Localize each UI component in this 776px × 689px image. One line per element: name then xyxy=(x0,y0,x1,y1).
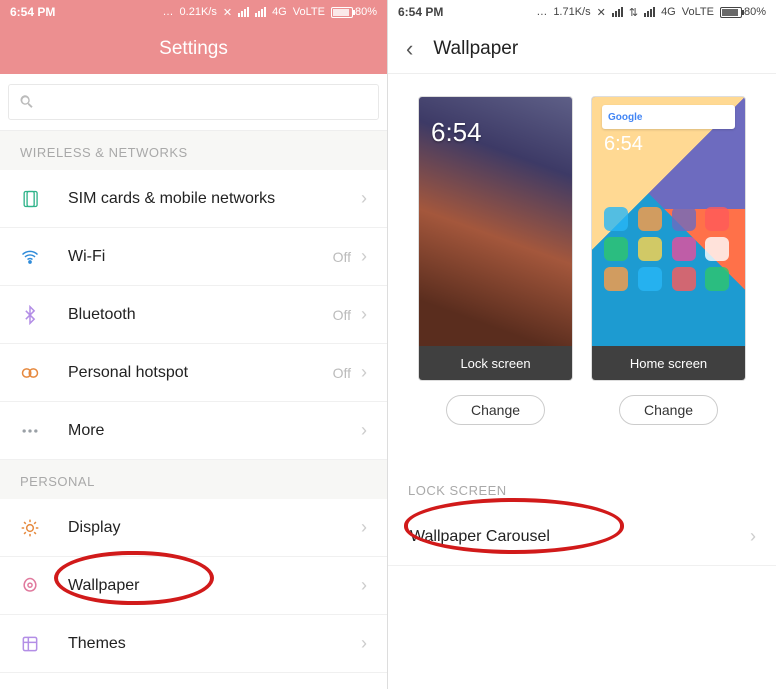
row-label: Wallpaper Carousel xyxy=(410,528,750,546)
settings-header: Settings xyxy=(0,24,387,74)
status-speed: 0.21K/s xyxy=(180,6,217,18)
row-sim[interactable]: SIM cards & mobile networks › xyxy=(0,170,387,228)
mute-icon: ✕ xyxy=(597,6,606,19)
row-themes[interactable]: Themes › xyxy=(0,615,387,673)
status-bar: 6:54 PM … 1.71K/s ✕ ⇅ 4G VoLTE 80% xyxy=(388,0,776,24)
status-time: 6:54 PM xyxy=(398,5,443,19)
chevron-right-icon: › xyxy=(361,517,367,538)
search-wrap xyxy=(0,74,387,131)
row-display[interactable]: Display › xyxy=(0,499,387,557)
row-wallpaper-carousel[interactable]: Wallpaper Carousel › xyxy=(388,508,776,566)
status-bar: 6:54 PM … 0.21K/s ✕ 4G VoLTE 80% xyxy=(0,0,387,24)
row-value: Off xyxy=(333,249,351,265)
sim-icon xyxy=(20,189,40,209)
row-label: More xyxy=(68,422,361,440)
status-dots-icon: … xyxy=(163,6,174,18)
homescreen-clock: 6:54 xyxy=(604,133,643,156)
row-hotspot[interactable]: Personal hotspot Off › xyxy=(0,344,387,402)
search-icon xyxy=(19,94,35,110)
row-value: Off xyxy=(333,365,351,381)
back-button[interactable]: ‹ xyxy=(400,32,419,66)
more-icon xyxy=(20,421,40,441)
row-label: Themes xyxy=(68,635,361,653)
chevron-right-icon: › xyxy=(361,362,367,383)
status-volte: VoLTE xyxy=(293,6,325,18)
signal-icon xyxy=(612,7,623,17)
chevron-right-icon: › xyxy=(361,633,367,654)
lockscreen-preview-card: 6:54 Lock screen Change xyxy=(418,96,573,425)
section-wireless: WIRELESS & NETWORKS xyxy=(0,131,387,170)
row-label: Personal hotspot xyxy=(68,364,333,382)
lockscreen-caption: Lock screen xyxy=(419,346,572,380)
page-title: Wallpaper xyxy=(433,38,518,60)
page-title: Settings xyxy=(159,38,228,60)
row-label: SIM cards & mobile networks xyxy=(68,190,361,208)
row-wifi[interactable]: Wi-Fi Off › xyxy=(0,228,387,286)
status-dots-icon: … xyxy=(536,6,547,18)
status-net: 4G xyxy=(272,6,287,18)
status-net: 4G xyxy=(661,6,676,18)
chevron-right-icon: › xyxy=(361,575,367,596)
lockscreen-art: 6:54 xyxy=(419,97,572,346)
battery-icon: 80% xyxy=(720,6,766,18)
row-label: Bluetooth xyxy=(68,306,333,324)
row-label: Display xyxy=(68,519,361,537)
display-icon xyxy=(20,518,40,538)
change-lockscreen-button[interactable]: Change xyxy=(446,395,545,425)
lockscreen-preview[interactable]: 6:54 Lock screen xyxy=(418,96,573,381)
wallpaper-previews: 6:54 Lock screen Change Google 6:54 xyxy=(388,74,776,439)
row-value: Off xyxy=(333,307,351,323)
row-more[interactable]: More › xyxy=(0,402,387,460)
themes-icon xyxy=(20,634,40,654)
app-grid xyxy=(604,207,733,291)
row-wallpaper[interactable]: Wallpaper › xyxy=(0,557,387,615)
wallpaper-icon xyxy=(20,576,40,596)
hotspot-icon xyxy=(20,363,40,383)
row-bluetooth[interactable]: Bluetooth Off › xyxy=(0,286,387,344)
data-updown-icon: ⇅ xyxy=(629,6,638,19)
wallpaper-header: ‹ Wallpaper xyxy=(388,24,776,74)
settings-screen: 6:54 PM … 0.21K/s ✕ 4G VoLTE 80% Setting… xyxy=(0,0,388,689)
signal-icon-2 xyxy=(644,7,655,17)
status-volte: VoLTE xyxy=(682,6,714,18)
chevron-right-icon: › xyxy=(361,304,367,325)
row-label: Wi-Fi xyxy=(68,248,333,266)
homescreen-preview-card: Google 6:54 Home screen Change xyxy=(591,96,746,425)
google-search-widget: Google xyxy=(602,105,735,129)
status-time: 6:54 PM xyxy=(10,5,55,19)
signal-icon xyxy=(238,7,249,17)
homescreen-preview[interactable]: Google 6:54 Home screen xyxy=(591,96,746,381)
section-lockscreen: LOCK SCREEN xyxy=(388,469,776,508)
wallpaper-screen: 6:54 PM … 1.71K/s ✕ ⇅ 4G VoLTE 80% ‹ Wal… xyxy=(388,0,776,689)
wifi-icon xyxy=(20,247,40,267)
lockscreen-clock: 6:54 xyxy=(431,117,482,148)
section-personal: PERSONAL xyxy=(0,460,387,499)
status-speed: 1.71K/s xyxy=(553,6,590,18)
signal-icon-2 xyxy=(255,7,266,17)
homescreen-art: Google 6:54 xyxy=(592,97,745,346)
mute-icon: ✕ xyxy=(223,6,232,19)
bluetooth-icon xyxy=(20,305,40,325)
row-label: Wallpaper xyxy=(68,577,361,595)
chevron-right-icon: › xyxy=(361,188,367,209)
battery-icon: 80% xyxy=(331,6,377,18)
chevron-right-icon: › xyxy=(361,246,367,267)
chevron-right-icon: › xyxy=(750,526,756,547)
homescreen-caption: Home screen xyxy=(592,346,745,380)
change-homescreen-button[interactable]: Change xyxy=(619,395,718,425)
chevron-right-icon: › xyxy=(361,420,367,441)
search-input[interactable] xyxy=(8,84,379,120)
